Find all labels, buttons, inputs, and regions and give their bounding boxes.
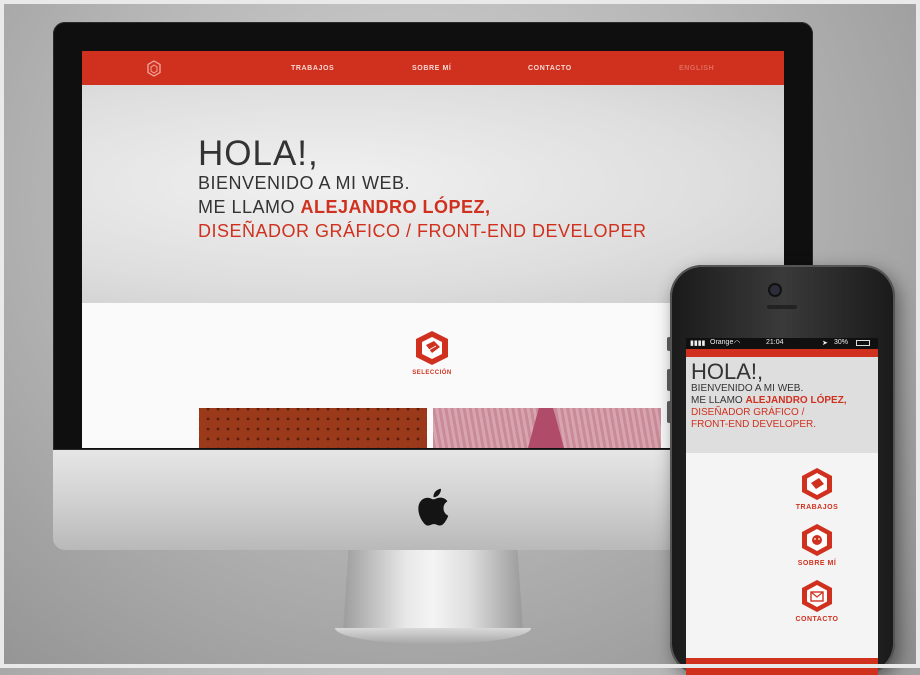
selection-label[interactable]: SELECCIÓN <box>400 370 464 376</box>
selection-hexagon-icon[interactable] <box>414 329 450 367</box>
phone-volume-down <box>667 401 671 423</box>
mobile-website: ▮▮▮▮ Orange ◠ 21:04 ➤ 30% HOLA!, BIENVEN… <box>686 338 878 675</box>
phone-mute-switch <box>667 337 671 351</box>
desktop-nav-bar: TRABAJOS SOBRE MÍ CONTACTO ENGLISH <box>82 51 784 85</box>
mobile-hero-welcome: BIENVENIDO A MI WEB. <box>691 383 804 394</box>
nav-item-trabajos[interactable]: TRABAJOS <box>291 65 334 72</box>
mobile-hero-intro: ME LLAMO ALEJANDRO LÓPEZ, <box>691 395 847 407</box>
menu-item-trabajos[interactable]: TRABAJOS <box>777 504 857 511</box>
hero-greeting: HOLA!, <box>198 134 319 173</box>
contact-hexagon-icon[interactable] <box>800 578 834 614</box>
apple-logo-icon <box>418 488 449 526</box>
mobile-hero-intro-prefix: ME LLAMO <box>691 395 746 406</box>
mobile-hero: HOLA!, BIENVENIDO A MI WEB. ME LLAMO ALE… <box>686 357 878 453</box>
desktop-hero: HOLA!, BIENVENIDO A MI WEB. ME LLAMO ALE… <box>82 85 784 303</box>
hero-role: DISEÑADOR GRÁFICO / FRONT-END DEVELOPER <box>198 221 647 241</box>
location-icon: ➤ <box>822 340 828 347</box>
nav-item-sobre-mi[interactable]: SOBRE MÍ <box>412 65 451 72</box>
battery-percent: 30% <box>834 339 849 346</box>
portfolio-thumbnail[interactable] <box>199 408 427 448</box>
status-bar: ▮▮▮▮ Orange ◠ 21:04 ➤ 30% <box>686 338 878 349</box>
mobile-hero-text: HOLA!, BIENVENIDO A MI WEB. ME LLAMO ALE… <box>691 361 847 431</box>
iphone-device: ▮▮▮▮ Orange ◠ 21:04 ➤ 30% HOLA!, BIENVEN… <box>667 265 895 675</box>
hero-intro-prefix: ME LLAMO <box>198 197 301 217</box>
imac-stand-foot <box>335 628 531 644</box>
mobile-hero-name: ALEJANDRO LÓPEZ, <box>745 395 847 406</box>
mobile-hero-role-line1: DISEÑADOR GRÁFICO / <box>691 407 805 418</box>
mobile-hero-greeting: HOLA!, <box>691 359 764 384</box>
carrier-name: Orange <box>710 339 734 346</box>
wifi-icon: ◠ <box>734 340 741 347</box>
mobile-footer-bar <box>686 658 878 675</box>
nav-item-contacto[interactable]: CONTACTO <box>528 65 572 72</box>
phone-speaker <box>767 305 797 309</box>
hero-name: ALEJANDRO LÓPEZ, <box>300 197 491 217</box>
mobile-hero-role-line2: FRONT-END DEVELOPER. <box>691 419 817 430</box>
phone-volume-up <box>667 369 671 391</box>
phone-camera <box>770 285 780 295</box>
portfolio-thumbnail[interactable] <box>433 408 661 448</box>
signal-icon: ▮▮▮▮ <box>690 340 706 347</box>
menu-item-sobre-mi[interactable]: SOBRE MÍ <box>777 560 857 567</box>
hero-welcome: BIENVENIDO A MI WEB. <box>198 173 411 193</box>
hero-text: HOLA!, BIENVENIDO A MI WEB. ME LLAMO ALE… <box>198 134 647 243</box>
hexagon-logo-icon[interactable] <box>147 60 161 77</box>
battery-icon <box>856 340 870 346</box>
language-switch[interactable]: ENGLISH <box>679 65 714 72</box>
about-hexagon-icon[interactable] <box>800 522 834 558</box>
mobile-nav-bar[interactable] <box>686 349 878 357</box>
status-time: 21:04 <box>766 339 784 346</box>
hero-intro: ME LLAMO ALEJANDRO LÓPEZ, <box>198 195 647 219</box>
menu-item-contacto[interactable]: CONTACTO <box>777 616 857 623</box>
works-hexagon-icon[interactable] <box>800 466 834 502</box>
imac-stand <box>343 550 523 632</box>
